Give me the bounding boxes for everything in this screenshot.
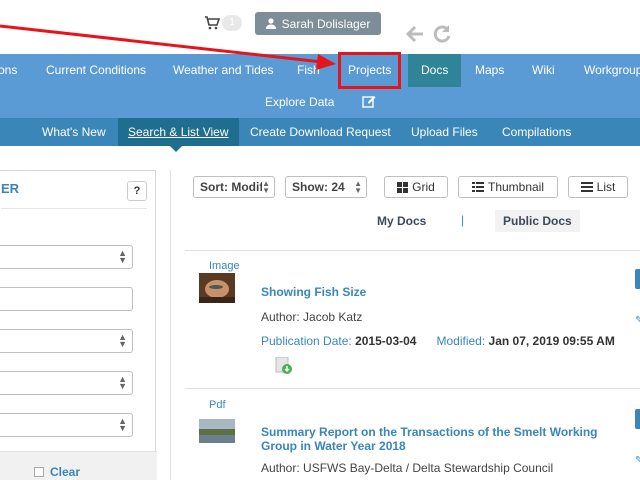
subnav-compilations[interactable]: Compilations bbox=[502, 118, 571, 146]
result-card: Image Showing Fish Size Author: Jacob Ka… bbox=[185, 251, 640, 389]
card-action-button[interactable] bbox=[635, 409, 640, 429]
divider bbox=[1, 208, 147, 209]
select-arrows-icon: ▲ ▼ bbox=[118, 332, 127, 349]
filter-text-input[interactable] bbox=[0, 287, 133, 311]
card-type-label: Pdf bbox=[209, 399, 226, 411]
active-tab-caret bbox=[170, 146, 182, 152]
edit-icon[interactable] bbox=[362, 94, 376, 108]
card-dates: Publication Date: 2015-03-04 Modified: J… bbox=[261, 334, 615, 348]
clear-checkbox[interactable] bbox=[34, 467, 44, 477]
subnav-create-download-request[interactable]: Create Download Request bbox=[250, 118, 391, 146]
filter-select-4[interactable]: ▲ ▼ bbox=[0, 413, 133, 437]
grid-view-label: Grid bbox=[412, 180, 435, 194]
subnav-upload-files[interactable]: Upload Files bbox=[411, 118, 478, 146]
tab-separator: | bbox=[461, 213, 465, 227]
card-action-button[interactable] bbox=[635, 269, 640, 289]
grid-view-button[interactable]: Grid bbox=[384, 176, 448, 198]
card-author: Author: USFWS Bay-Delta / Delta Stewards… bbox=[261, 461, 554, 475]
thumbnail-list-icon bbox=[471, 182, 484, 192]
nav-item-current-conditions[interactable]: Current Conditions bbox=[46, 54, 146, 87]
help-button[interactable]: ? bbox=[127, 181, 147, 201]
thumbnail-view-label: Thumbnail bbox=[487, 180, 545, 194]
clear-link[interactable]: Clear bbox=[50, 465, 80, 479]
filter-footer: Clear bbox=[0, 451, 157, 480]
filter-select-2[interactable]: ▲ ▼ bbox=[0, 329, 133, 353]
modified-label: Modified: bbox=[436, 334, 486, 348]
select-arrows-icon: ▲ ▼ bbox=[262, 179, 270, 195]
fish-photo-thumbnail[interactable] bbox=[199, 273, 235, 303]
user-icon bbox=[265, 18, 276, 29]
filter-select-3[interactable]: ▲ ▼ bbox=[0, 371, 133, 395]
nav-item-docs[interactable]: Docs bbox=[408, 54, 462, 87]
select-arrows-icon: ▲ ▼ bbox=[118, 248, 127, 265]
user-name: Sarah Dolislager bbox=[281, 16, 371, 31]
show-count-select[interactable]: Show: 24 ▲ ▼ bbox=[285, 176, 367, 198]
sort-select[interactable]: Sort: Modifi ▲ ▼ bbox=[193, 176, 275, 198]
nav-item-explore-data[interactable]: Explore Data bbox=[265, 95, 334, 109]
sort-select-value: Sort: Modifi bbox=[200, 180, 267, 194]
show-count-value: Show: 24 bbox=[292, 180, 345, 194]
nav-item-maps[interactable]: Maps bbox=[475, 54, 504, 87]
cart-button[interactable]: 1 bbox=[204, 14, 242, 32]
refresh-icon[interactable] bbox=[432, 24, 452, 44]
pin-icon[interactable]: ✎ bbox=[635, 315, 640, 326]
list-view-button[interactable]: List bbox=[568, 176, 628, 198]
cart-icon bbox=[205, 16, 220, 30]
select-arrows-icon: ▲ ▼ bbox=[354, 179, 362, 195]
nav-item-partial[interactable]: ons bbox=[0, 54, 17, 87]
nav-item-wiki[interactable]: Wiki bbox=[532, 54, 555, 87]
pin-icon[interactable]: ✎ bbox=[635, 455, 640, 466]
annotation-highlight-box bbox=[338, 52, 401, 89]
result-card: Pdf Summary Report on the Transactions o… bbox=[185, 389, 640, 480]
publication-date-value: 2015-03-04 bbox=[355, 334, 417, 348]
card-type-label: Image bbox=[209, 260, 240, 272]
filter-select-1[interactable]: ▲ ▼ bbox=[0, 245, 133, 269]
public-docs-tab[interactable]: Public Docs bbox=[495, 210, 580, 232]
download-icon[interactable] bbox=[275, 357, 293, 375]
grid-icon bbox=[397, 181, 409, 193]
publication-date-label: Publication Date: bbox=[261, 334, 352, 348]
select-arrows-icon: ▲ ▼ bbox=[118, 416, 127, 433]
subnav-search-list-view[interactable]: Search & List View bbox=[118, 118, 239, 146]
card-author: Author: Jacob Katz bbox=[261, 310, 363, 324]
landscape-photo-thumbnail[interactable] bbox=[199, 419, 235, 443]
list-view-label: List bbox=[596, 180, 616, 194]
top-bar: 1 Sarah Dolislager bbox=[0, 0, 640, 54]
card-title-link[interactable]: Summary Report on the Transactions of th… bbox=[261, 425, 621, 453]
sub-nav: What's New Search & List View Create Dow… bbox=[0, 118, 640, 146]
subnav-whats-new[interactable]: What's New bbox=[42, 118, 106, 146]
list-icon bbox=[580, 182, 593, 192]
select-arrows-icon: ▲ ▼ bbox=[118, 374, 127, 391]
nav-item-workgroup[interactable]: Workgroup bbox=[584, 54, 640, 87]
thumbnail-view-button[interactable]: Thumbnail bbox=[458, 176, 558, 198]
my-docs-tab[interactable]: My Docs bbox=[377, 214, 426, 228]
nav-item-fish[interactable]: Fish bbox=[297, 54, 320, 87]
filter-panel-title: ER bbox=[1, 181, 20, 196]
modified-value: Jan 07, 2019 09:55 AM bbox=[488, 334, 615, 348]
cart-count-badge: 1 bbox=[222, 15, 242, 31]
filter-panel: ER ? ▲ ▼ ▲ ▼ ▲ ▼ ▲ ▼ Clear bbox=[0, 170, 157, 480]
card-title-link[interactable]: Showing Fish Size bbox=[261, 285, 621, 299]
back-arrow-icon[interactable] bbox=[406, 25, 424, 43]
nav-item-weather-tides[interactable]: Weather and Tides bbox=[173, 54, 274, 87]
results-panel: Sort: Modifi ▲ ▼ Show: 24 ▲ ▼ Grid Thumbna… bbox=[170, 170, 640, 480]
user-menu-button[interactable]: Sarah Dolislager bbox=[255, 12, 381, 35]
main-nav: ons Current Conditions Weather and Tides… bbox=[0, 54, 640, 118]
